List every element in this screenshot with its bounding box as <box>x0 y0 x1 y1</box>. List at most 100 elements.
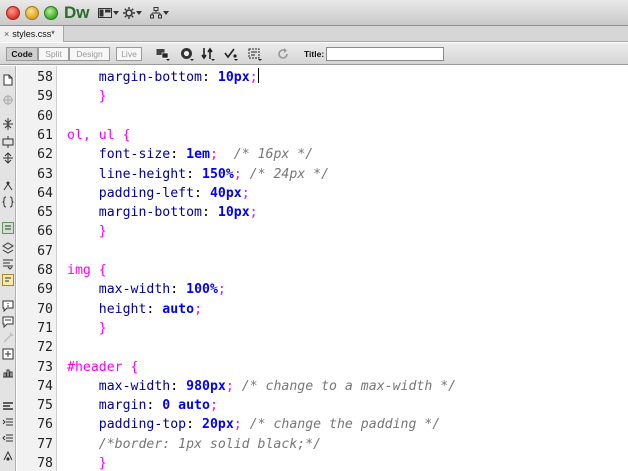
line-number: 60 <box>37 108 53 124</box>
w3c-validation-icon[interactable] <box>224 47 238 61</box>
line-number: 71 <box>37 320 53 336</box>
code-token: max-width <box>98 378 171 394</box>
move-css-icon[interactable] <box>2 400 14 412</box>
code-token: ; <box>209 147 234 163</box>
highlight-invalid-code-icon[interactable] <box>2 242 14 254</box>
line-number: 63 <box>37 166 53 182</box>
chevron-down-icon <box>113 11 119 15</box>
syntax-coloring-icon[interactable] <box>2 258 14 270</box>
code-token: ; <box>249 70 258 85</box>
wrap-tag-icon[interactable] <box>2 348 14 360</box>
tab-styles-css[interactable]: × styles.css* <box>0 26 64 42</box>
live-view-button[interactable]: Live <box>116 47 142 61</box>
close-window-icon[interactable] <box>6 6 20 20</box>
code-token: } <box>67 89 107 105</box>
code-line[interactable]: line-height: 150%; /* 24px */ <box>67 165 329 184</box>
expand-all-icon[interactable] <box>2 152 14 164</box>
visual-aids-icon[interactable] <box>248 47 262 61</box>
code-line[interactable]: } <box>67 454 107 471</box>
code-line[interactable]: margin-bottom: 10px; <box>67 68 259 87</box>
code-line[interactable]: #header { <box>67 358 138 377</box>
code-token: ; <box>233 166 250 182</box>
multiscreen-icon[interactable] <box>156 47 170 61</box>
extensions-menu-button[interactable] <box>123 6 142 20</box>
code-token: ; <box>225 378 242 394</box>
code-line[interactable]: padding-top: 20px; /* change the padding… <box>67 415 440 434</box>
code-token: } <box>67 224 107 240</box>
code-token: ; <box>249 205 258 221</box>
code-token: 10px <box>217 70 250 85</box>
preview-in-browser-icon[interactable] <box>180 47 194 61</box>
code-line[interactable]: } <box>67 87 107 106</box>
close-tab-icon[interactable]: × <box>4 29 9 39</box>
refresh-icon[interactable] <box>276 47 290 61</box>
select-parent-tag-icon[interactable] <box>2 180 14 192</box>
code-line[interactable]: ol, ul { <box>67 126 131 145</box>
code-token: : <box>170 147 187 163</box>
line-number: 66 <box>37 224 53 240</box>
file-management-icon[interactable] <box>201 47 215 61</box>
line-numbers-icon[interactable] <box>2 222 14 234</box>
info-icon[interactable] <box>2 300 14 312</box>
code-token: : <box>170 378 187 394</box>
site-menu-button[interactable] <box>150 6 169 20</box>
code-line[interactable]: padding-left: 40px; <box>67 184 250 203</box>
indent-code-icon[interactable] <box>2 416 14 428</box>
code-line[interactable]: height: auto; <box>67 300 202 319</box>
open-documents-icon[interactable] <box>2 74 14 86</box>
split-view-button[interactable]: Split <box>38 47 69 61</box>
show-code-navigator-icon[interactable] <box>2 94 14 106</box>
line-number: 75 <box>37 398 53 414</box>
tab-filename: styles.css* <box>12 29 55 39</box>
code-token: } <box>67 456 107 471</box>
code-token: ; <box>217 282 226 298</box>
app-logo: Dw <box>64 3 90 22</box>
line-number: 69 <box>37 282 53 298</box>
code-token: ; <box>194 301 203 317</box>
code-token: ; <box>209 398 218 414</box>
code-token: #header { <box>67 359 139 375</box>
code-view-button[interactable]: Code <box>6 47 38 61</box>
code-line[interactable]: font-size: 1em; /* 16px */ <box>67 145 313 164</box>
line-number: 65 <box>37 205 53 221</box>
code-token: height <box>98 301 147 317</box>
minimize-window-icon[interactable] <box>25 6 39 20</box>
design-view-button[interactable]: Design <box>69 47 110 61</box>
line-number: 74 <box>37 378 53 394</box>
line-number: 70 <box>37 301 53 317</box>
code-line[interactable]: img { <box>67 261 107 280</box>
title-label: Title: <box>304 49 325 59</box>
code-line[interactable]: margin-bottom: 10px; <box>67 203 258 222</box>
collapse-selection-icon[interactable] <box>2 136 14 148</box>
balance-braces-icon[interactable] <box>2 196 14 208</box>
collapse-full-tag-icon[interactable] <box>2 118 14 130</box>
remove-comment-icon[interactable] <box>2 332 14 344</box>
title-input[interactable] <box>326 47 444 61</box>
code-line[interactable]: max-width: 980px; /* change to a max-wid… <box>67 377 456 396</box>
code-token: line-height <box>98 166 187 182</box>
document-tab-bar: × styles.css* <box>0 26 628 42</box>
code-line[interactable]: max-width: 100%; <box>67 280 226 299</box>
zoom-window-icon[interactable] <box>44 6 58 20</box>
apply-comment-icon[interactable] <box>2 316 14 328</box>
code-token: : <box>146 398 163 414</box>
chevron-down-icon <box>136 11 142 15</box>
word-wrap-icon[interactable] <box>2 274 14 286</box>
recent-snippets-icon[interactable] <box>2 366 14 378</box>
layout-menu-button[interactable] <box>98 6 119 20</box>
code-editor[interactable]: margin-bottom: 10px; } ol, ul { font-size… <box>58 66 628 471</box>
format-source-code-icon[interactable] <box>2 450 14 462</box>
code-line[interactable]: } <box>67 319 107 338</box>
code-token: font-size <box>98 147 171 163</box>
outdent-code-icon[interactable] <box>2 432 14 444</box>
code-line[interactable]: /*border: 1px solid black;*/ <box>67 435 321 454</box>
line-number: 58 <box>37 70 53 85</box>
code-token: : <box>186 417 202 433</box>
code-line[interactable]: margin: 0 auto; <box>67 396 218 415</box>
code-line[interactable]: } <box>67 222 107 241</box>
code-token: ; <box>241 185 250 201</box>
